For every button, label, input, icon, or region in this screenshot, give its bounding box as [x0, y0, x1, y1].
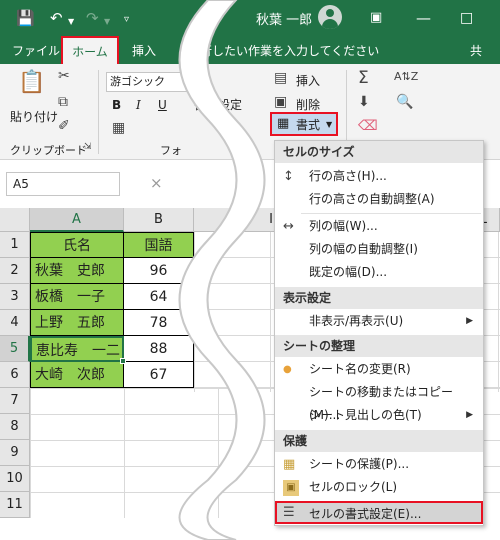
- column-width-icon: ↔: [283, 219, 294, 234]
- row-header[interactable]: 5: [0, 336, 30, 362]
- undo-icon[interactable]: ↶: [50, 8, 63, 28]
- menu-section-protection: 保護: [275, 430, 483, 452]
- borders-icon[interactable]: ▦: [112, 120, 125, 136]
- protect-sheet-icon: ▦: [283, 457, 296, 472]
- menu-item-hide-unhide[interactable]: 非表示/再表示(U) ▶: [275, 310, 483, 333]
- selected-name-cell[interactable]: 恵比寿 一二: [30, 336, 124, 362]
- save-icon[interactable]: 💾: [16, 8, 35, 28]
- fill-handle[interactable]: [120, 358, 126, 364]
- format-cells-icon: ☰: [283, 505, 295, 520]
- clipboard-group-label: クリップボード: [10, 144, 87, 157]
- row-header[interactable]: 9: [0, 440, 30, 466]
- menu-item-format-cells[interactable]: ☰ セルの書式設定(E)...: [275, 501, 483, 524]
- chevron-down-icon: ▼: [326, 120, 333, 129]
- insert-cells-icon[interactable]: ▤: [274, 70, 287, 86]
- column-header-a[interactable]: A: [30, 208, 124, 232]
- row-header[interactable]: 10: [0, 466, 30, 492]
- copy-icon[interactable]: ⧉: [58, 94, 68, 110]
- avatar[interactable]: [318, 5, 342, 29]
- sort-filter-icon[interactable]: A⇅Z: [394, 70, 418, 83]
- undo-dropdown-icon[interactable]: ▼: [68, 12, 74, 32]
- menu-item-autofit-row[interactable]: 行の高さの自動調整(A): [275, 188, 483, 211]
- redo-icon[interactable]: ↷: [86, 8, 99, 28]
- tab-home[interactable]: ホーム: [61, 36, 119, 64]
- name-cell[interactable]: 大崎 次郎: [30, 362, 124, 388]
- customize-icon[interactable]: ▿: [124, 10, 129, 30]
- header-cell-name[interactable]: 氏名: [30, 232, 124, 258]
- dialog-launcher-icon[interactable]: ⇲: [84, 142, 92, 152]
- menu-item-protect-sheet[interactable]: ▦ シートの保護(P)...: [275, 453, 483, 476]
- name-box[interactable]: A5: [6, 172, 120, 196]
- share-button[interactable]: 共: [470, 42, 482, 59]
- row-header[interactable]: 3: [0, 284, 30, 310]
- name-cell[interactable]: 上野 五郎: [30, 310, 124, 336]
- menu-item-move-copy[interactable]: シートの移動またはコピー(M)...: [275, 381, 483, 422]
- row-header[interactable]: 11: [0, 492, 30, 518]
- format-button[interactable]: ▦ 書式 ▼: [270, 112, 338, 136]
- wavy-break: [178, 0, 266, 540]
- row-header[interactable]: 1: [0, 232, 30, 258]
- menu-section-organize: シートの整理: [275, 335, 483, 357]
- menu-section-visibility: 表示設定: [275, 287, 483, 309]
- cut-icon[interactable]: ✂: [58, 68, 70, 84]
- menu-item-default-width[interactable]: 既定の幅(D)...: [275, 261, 483, 284]
- italic-button[interactable]: I: [136, 98, 141, 112]
- redo-dropdown-icon[interactable]: ▼: [104, 12, 110, 32]
- delete-cells-icon[interactable]: ▣: [274, 94, 287, 110]
- name-cell[interactable]: 板橋 一子: [30, 284, 124, 310]
- delete-cells-button[interactable]: 削除: [296, 96, 320, 113]
- tab-file[interactable]: ファイル: [12, 42, 60, 59]
- clear-icon[interactable]: ⌫: [358, 118, 378, 134]
- menu-section-cell-size: セルのサイズ: [275, 141, 483, 163]
- menu-item-lock-cell[interactable]: ▣ セルのロック(L): [275, 476, 483, 499]
- row-header[interactable]: 4: [0, 310, 30, 336]
- lock-icon: ▣: [283, 480, 299, 496]
- row-header[interactable]: 2: [0, 258, 30, 284]
- format-dropdown-menu: セルのサイズ ↕ 行の高さ(H)... 行の高さの自動調整(A) ↔ 列の幅(W…: [274, 140, 484, 526]
- format-icon: ▦: [277, 116, 290, 131]
- format-painter-icon[interactable]: ✐: [58, 118, 70, 134]
- bullet-icon: ●: [283, 364, 292, 375]
- autosum-icon[interactable]: Σ: [358, 68, 369, 88]
- submenu-arrow-icon: ▶: [466, 316, 473, 326]
- maximize-icon[interactable]: □: [460, 8, 473, 28]
- paste-icon[interactable]: 📋: [18, 70, 45, 95]
- menu-item-column-width[interactable]: ↔ 列の幅(W)...: [275, 215, 483, 238]
- row-height-icon: ↕: [283, 169, 294, 184]
- menu-item-autofit-column[interactable]: 列の幅の自動調整(I): [275, 238, 483, 261]
- bold-button[interactable]: B: [112, 98, 121, 112]
- fill-icon[interactable]: ⬇: [358, 94, 370, 110]
- ribbon-display-icon[interactable]: ▣: [370, 8, 382, 28]
- insert-cells-button[interactable]: 挿入: [296, 72, 320, 89]
- select-all-corner[interactable]: [0, 208, 30, 232]
- submenu-arrow-icon: ▶: [466, 410, 473, 420]
- row-header[interactable]: 7: [0, 388, 30, 414]
- menu-item-row-height[interactable]: ↕ 行の高さ(H)...: [275, 165, 483, 188]
- menu-item-rename-sheet[interactable]: ● シート名の変更(R): [275, 358, 483, 381]
- row-header[interactable]: 6: [0, 362, 30, 388]
- find-select-icon[interactable]: 🔍: [396, 94, 413, 110]
- name-cell[interactable]: 秋葉 史郎: [30, 258, 124, 284]
- paste-button[interactable]: 貼り付け: [10, 108, 58, 125]
- format-button-label: 書式: [296, 118, 321, 132]
- menu-item-tab-color[interactable]: シート見出しの色(T) ▶: [275, 404, 483, 427]
- minimize-icon[interactable]: —: [416, 8, 431, 28]
- row-header[interactable]: 8: [0, 414, 30, 440]
